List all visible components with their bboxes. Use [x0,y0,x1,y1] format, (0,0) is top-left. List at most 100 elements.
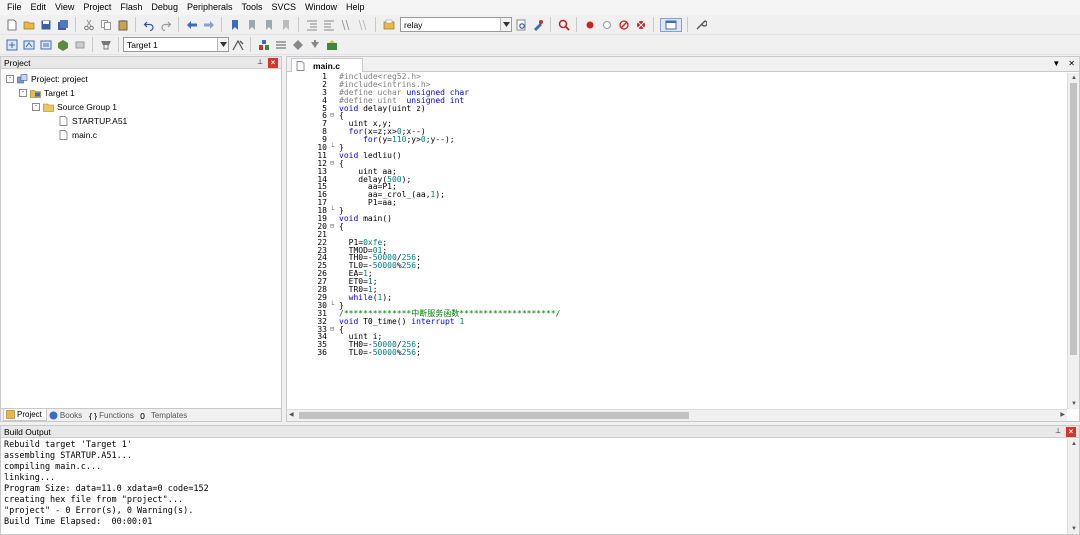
code-line[interactable]: 16 aa=_crol_(aa,1); [287,191,1067,199]
code-line[interactable]: 14 delay(500); [287,175,1067,184]
horizontal-scrollbar[interactable]: ◀ ▶ [287,409,1067,421]
code-editor[interactable]: 1 #include<reg52.h> 2 #include<intrins.h> 3 #… [287,73,1067,407]
insert-breakpoint-icon[interactable] [583,18,597,32]
bookmark-toggle-icon[interactable] [228,18,242,32]
close-icon[interactable]: × [1066,426,1076,437]
menu-item-project[interactable]: Project [80,0,117,15]
select-packs-icon[interactable] [291,38,305,52]
file-extensions-icon[interactable] [274,38,288,52]
fold-marker-icon[interactable]: ⊟ [330,325,338,334]
target-options-icon[interactable] [231,38,245,52]
batch-build-icon[interactable] [56,38,70,52]
code-line[interactable]: 27 ET0=1; [287,278,1067,286]
code-line[interactable]: 10 └} [287,143,1067,152]
find-icon[interactable] [514,18,528,32]
pin-icon[interactable]: ⊥ [256,59,264,67]
code-line[interactable]: 5 void delay(uint z) [287,104,1067,113]
tab-templates[interactable]: 0 Templates [138,409,191,421]
menu-item-edit[interactable]: Edit [28,0,53,15]
tab-functions[interactable]: {}Functions [86,409,138,421]
tree-node[interactable]: - Target 1 [19,86,75,99]
tab-main-c[interactable]: main.c [291,58,363,72]
new-file-icon[interactable] [5,18,19,32]
code-line[interactable]: 6 ⊟{ [287,112,1067,120]
code-line[interactable]: 18 └} [287,206,1067,215]
chevron-down-icon[interactable] [217,38,228,51]
scroll-right-icon[interactable]: ▶ [1060,410,1065,420]
bookmark-clear-icon[interactable] [279,18,293,32]
menu-item-svcs[interactable]: SVCS [269,0,303,15]
stop-build-icon[interactable] [73,38,87,52]
vertical-scrollbar[interactable]: ▲ ▼ [1067,73,1079,409]
tree-node[interactable]: - Source Group 1 [32,100,117,113]
tree-node[interactable]: - Project: project [6,72,88,85]
tab-project[interactable]: Project [3,409,47,421]
pin-icon[interactable]: ⊥ [1054,428,1062,436]
scroll-up-icon[interactable]: ▲ [1071,73,1077,83]
undo-icon[interactable] [142,18,156,32]
fold-marker-icon[interactable]: ⊟ [330,222,338,231]
pack-installer-icon[interactable] [308,38,322,52]
code-line[interactable]: 21 [287,230,1067,239]
copy-icon[interactable] [99,18,113,32]
build-icon[interactable] [22,38,36,52]
find-in-files-icon[interactable] [382,18,396,32]
fold-marker-icon[interactable]: ⊟ [330,112,338,120]
download-icon[interactable] [99,38,113,52]
chevron-down-icon[interactable]: ▼ [1052,59,1060,68]
code-line[interactable]: 36 TL0=-50000%256; [287,349,1067,357]
navigate-forward-icon[interactable] [202,18,216,32]
tab-books[interactable]: Books [47,409,86,421]
window-layout-icon[interactable] [659,17,682,32]
code-line[interactable]: 9 for(y=110;y>0;y--); [287,136,1067,144]
unindent-icon[interactable] [322,18,336,32]
code-line[interactable]: 19 void main() [287,215,1067,223]
scroll-up-icon[interactable]: ▲ [1071,439,1077,449]
menu-item-help[interactable]: Help [343,0,371,15]
menu-item-view[interactable]: View [52,0,80,15]
indent-icon[interactable] [305,18,319,32]
incremental-find-icon[interactable] [531,18,545,32]
chevron-down-icon[interactable] [500,18,511,31]
tree-node[interactable]: STARTUP.A51 [58,114,127,127]
tree-node[interactable]: main.c [58,128,97,141]
debug-session-icon[interactable] [557,18,571,32]
code-line[interactable]: 26 EA=1; [287,270,1067,278]
scrollbar-thumb[interactable] [299,412,689,419]
configure-icon[interactable] [694,18,708,32]
code-line[interactable]: 17 P1=aa; [287,199,1067,207]
cut-icon[interactable] [82,18,96,32]
navigate-back-icon[interactable] [185,18,199,32]
menu-item-debug[interactable]: Debug [148,0,184,15]
close-icon[interactable]: × [268,57,278,68]
bookmark-next-icon[interactable] [262,18,276,32]
target-combo[interactable]: Target 1 [123,37,229,52]
code-line[interactable]: 25 TL0=-50000%256; [287,262,1067,270]
redo-icon[interactable] [159,18,173,32]
rebuild-icon[interactable] [39,38,53,52]
menu-item-tools[interactable]: Tools [238,0,268,15]
code-line[interactable]: 11 void ledliu() [287,151,1067,160]
build-output-text[interactable]: Rebuild target 'Target 1' assembling STAR… [1,438,1079,530]
disable-breakpoint-icon[interactable] [600,18,614,32]
scroll-down-icon[interactable]: ▼ [1071,524,1077,534]
menu-item-window[interactable]: Window [302,0,343,15]
paste-icon[interactable] [116,18,130,32]
collapse-icon[interactable]: - [6,74,14,83]
run-time-environment-icon[interactable] [325,38,339,52]
kill-all-breakpoints-icon[interactable] [634,18,648,32]
open-folder-icon[interactable] [22,18,36,32]
translate-icon[interactable] [5,38,19,52]
code-line[interactable]: 29 while(1); [287,293,1067,302]
code-line[interactable]: 22 P1=0xfe; [287,238,1067,247]
collapse-icon[interactable]: - [32,102,40,111]
code-line[interactable]: 32 void T0_time() interrupt 1 [287,317,1067,326]
find-combo[interactable]: relay [400,17,512,32]
code-line[interactable]: 12 ⊟{ [287,159,1067,168]
bookmark-prev-icon[interactable] [245,18,259,32]
disable-all-breakpoints-icon[interactable] [617,18,631,32]
manage-project-items-icon[interactable] [257,38,271,52]
code-line[interactable]: 33 ⊟{ [287,325,1067,334]
scrollbar-thumb[interactable] [1070,83,1077,355]
uncomment-icon[interactable] [356,18,370,32]
